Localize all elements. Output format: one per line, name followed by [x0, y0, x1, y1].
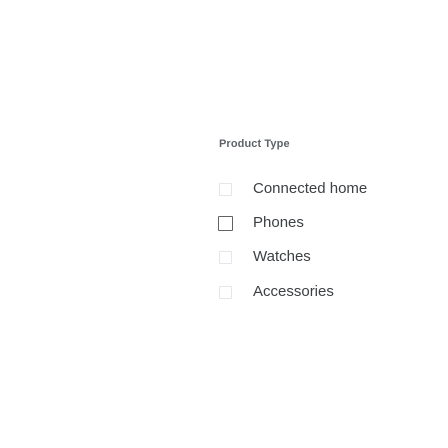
option-label: Accessories: [253, 283, 334, 300]
checkbox[interactable]: [219, 250, 232, 264]
option-label: Watches: [253, 248, 311, 265]
filter-title: Product Type: [219, 138, 290, 150]
checkbox[interactable]: [219, 182, 232, 196]
option-label: Phones: [253, 214, 304, 231]
option-phones[interactable]: Phones: [218, 211, 429, 235]
checkbox[interactable]: [218, 215, 233, 231]
checkbox[interactable]: [219, 285, 232, 299]
option-accessories[interactable]: Accessories: [219, 280, 429, 304]
option-connected-home[interactable]: Connected home: [219, 177, 429, 201]
option-watches[interactable]: Watches: [219, 245, 429, 269]
option-label: Connected home: [253, 180, 368, 197]
